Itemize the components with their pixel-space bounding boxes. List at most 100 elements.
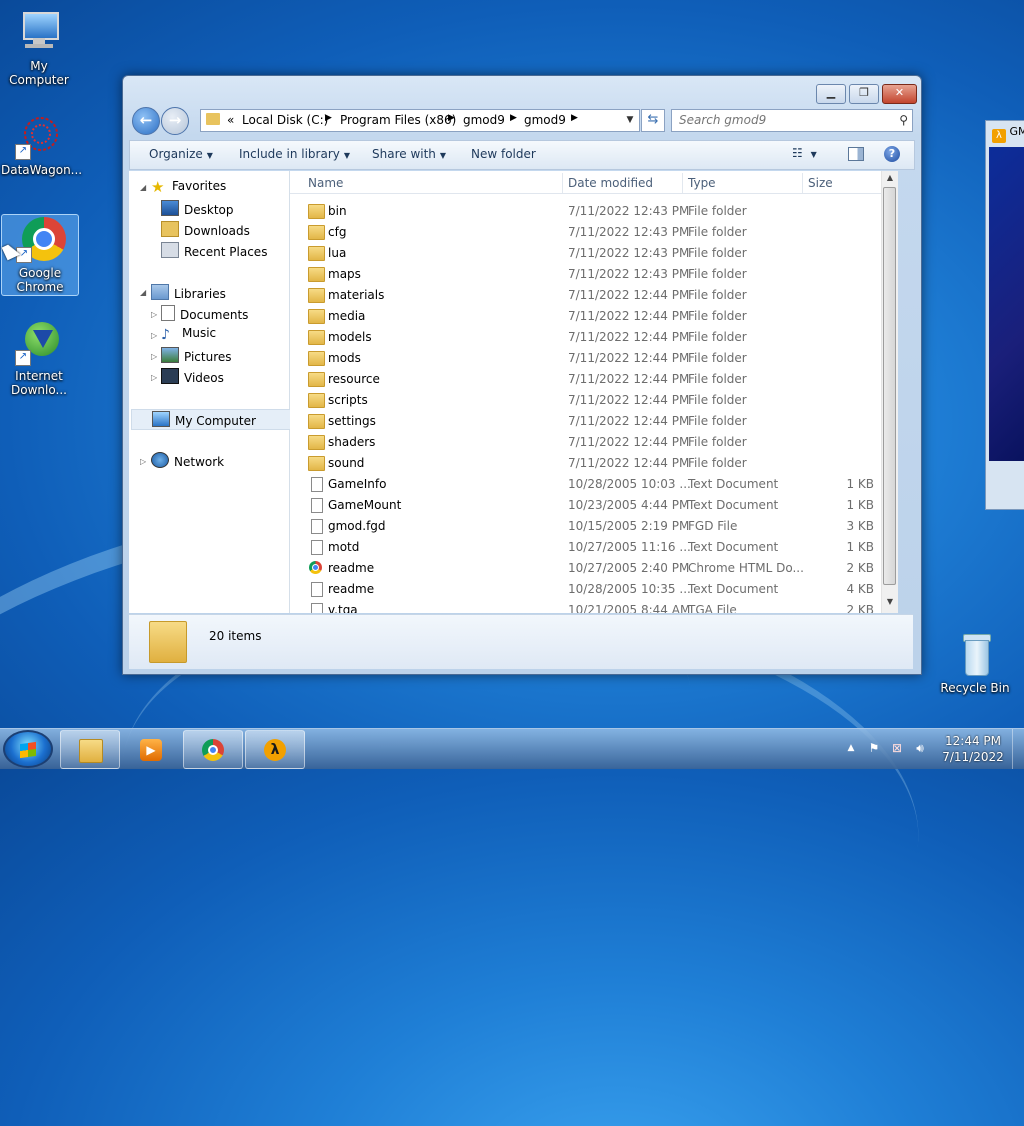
file-row[interactable]: cfg 7/11/2022 12:43 PM File folder bbox=[290, 222, 898, 243]
file-row[interactable]: resource 7/11/2022 12:44 PM File folder bbox=[290, 369, 898, 390]
expand-arrow-icon[interactable]: ▷ bbox=[151, 352, 157, 361]
file-row[interactable]: GameMount 10/23/2005 4:44 PM Text Document… bbox=[290, 495, 898, 516]
nav-libraries[interactable]: Libraries bbox=[151, 284, 226, 301]
volume-icon[interactable]: 🔊︎ bbox=[913, 741, 927, 755]
file-row[interactable]: GameInfo 10/28/2005 10:03 ... Text Documen… bbox=[290, 474, 898, 495]
taskbar-half-life-button[interactable]: λ bbox=[245, 730, 305, 769]
file-row[interactable]: materials 7/11/2022 12:44 PM File folder bbox=[290, 285, 898, 306]
file-row[interactable]: maps 7/11/2022 12:43 PM File folder bbox=[290, 264, 898, 285]
show-hidden-icons-icon[interactable]: ▲ bbox=[844, 741, 858, 755]
command-bar: Organize ▼ Include in library ▼ Share with… bbox=[129, 140, 915, 170]
scroll-up-icon[interactable]: ▲ bbox=[882, 173, 898, 187]
search-box[interactable]: ⚲ bbox=[671, 109, 913, 132]
file-row[interactable]: v.tga 10/21/2005 8:44 AM TGA File 2 KB bbox=[290, 600, 898, 613]
file-row[interactable]: bin 7/11/2022 12:43 PM File folder bbox=[290, 201, 898, 222]
nav-network[interactable]: Network bbox=[151, 452, 224, 469]
desktop-icon-my-computer[interactable]: My Computer bbox=[1, 8, 77, 87]
preview-pane-icon[interactable] bbox=[848, 147, 864, 161]
refresh-button[interactable]: ⇆ bbox=[641, 109, 665, 132]
column-name[interactable]: Name bbox=[308, 176, 343, 190]
file-type: File folder bbox=[688, 309, 747, 323]
action-center-icon[interactable]: ⚑ bbox=[867, 741, 881, 755]
search-icon[interactable]: ⚲ bbox=[899, 113, 908, 127]
breadcrumb-arrow-icon[interactable]: ▶ bbox=[510, 113, 517, 123]
scroll-down-icon[interactable]: ▼ bbox=[882, 597, 898, 611]
share-with-button[interactable]: Share with ▼ bbox=[372, 147, 446, 161]
address-dropdown-icon[interactable]: ▼ bbox=[621, 110, 639, 131]
taskbar-media-player-button[interactable]: ▶ bbox=[121, 730, 181, 769]
file-date-modified: 7/11/2022 12:43 PM bbox=[568, 225, 690, 239]
search-input[interactable] bbox=[677, 112, 881, 128]
file-row[interactable]: motd 10/27/2005 11:16 ... Text Document 1 K… bbox=[290, 537, 898, 558]
nav-favorites[interactable]: ★ Favorites bbox=[151, 179, 226, 195]
nav-pictures[interactable]: Pictures bbox=[161, 347, 232, 364]
breadcrumb-local-disk[interactable]: Local Disk (C:) bbox=[242, 113, 328, 127]
expand-arrow-icon[interactable]: ▷ bbox=[151, 331, 157, 340]
nav-music[interactable]: ♪ Music bbox=[161, 326, 216, 342]
nav-desktop[interactable]: Desktop bbox=[161, 200, 234, 217]
file-row[interactable]: readme 10/28/2005 10:35 ... Text Document 4… bbox=[290, 579, 898, 600]
breadcrumb-arrow-icon[interactable]: ▶ bbox=[448, 113, 455, 123]
file-row[interactable]: gmod.fgd 10/15/2005 2:19 PM FGD File 3 KB bbox=[290, 516, 898, 537]
expand-arrow-icon[interactable]: ▷ bbox=[140, 457, 146, 466]
network-icon bbox=[151, 452, 169, 468]
breadcrumb-gmod9[interactable]: gmod9 bbox=[463, 113, 505, 127]
nav-videos[interactable]: Videos bbox=[161, 368, 224, 385]
file-row[interactable]: shaders 7/11/2022 12:44 PM File folder bbox=[290, 432, 898, 453]
new-folder-button[interactable]: New folder bbox=[471, 147, 536, 161]
expand-arrow-icon[interactable]: ▷ bbox=[151, 373, 157, 382]
include-in-library-button[interactable]: Include in library ▼ bbox=[239, 147, 350, 161]
nav-documents[interactable]: Documents bbox=[161, 305, 248, 322]
column-date-modified[interactable]: Date modified bbox=[568, 176, 653, 190]
column-size[interactable]: Size bbox=[808, 176, 833, 190]
file-row[interactable]: media 7/11/2022 12:44 PM File folder bbox=[290, 306, 898, 327]
expand-arrow-icon[interactable]: ▷ bbox=[151, 310, 157, 319]
nav-my-computer[interactable]: My Computer bbox=[131, 409, 305, 430]
taskbar-explorer-button[interactable] bbox=[60, 730, 120, 769]
organize-button[interactable]: Organize ▼ bbox=[149, 147, 213, 161]
breadcrumb-overflow[interactable]: « bbox=[227, 113, 234, 127]
breadcrumb-program-files[interactable]: Program Files (x86) bbox=[340, 113, 456, 127]
file-row[interactable]: scripts 7/11/2022 12:44 PM File folder bbox=[290, 390, 898, 411]
vertical-scrollbar[interactable]: ▲ ▼ bbox=[881, 171, 898, 613]
desktop-icon-recycle-bin[interactable]: Recycle Bin bbox=[937, 630, 1013, 695]
file-row[interactable]: settings 7/11/2022 12:44 PM File folder bbox=[290, 411, 898, 432]
nav-recent-places[interactable]: Recent Places bbox=[161, 242, 267, 259]
breadcrumb-arrow-icon[interactable]: ▶ bbox=[325, 113, 332, 123]
system-clock[interactable]: 12:44 PM 7/11/2022 bbox=[938, 733, 1008, 765]
taskbar-chrome-button[interactable] bbox=[183, 730, 243, 769]
maximize-button[interactable]: ❐ bbox=[849, 84, 879, 104]
breadcrumb-arrow-icon[interactable]: ▶ bbox=[571, 113, 578, 123]
network-error-icon[interactable]: ⊠ bbox=[890, 741, 904, 755]
column-divider[interactable] bbox=[682, 173, 683, 193]
desktop-icon-internet-download-manager[interactable]: ↗ Internet Downlo... bbox=[1, 318, 77, 397]
breadcrumb-gmod9-current[interactable]: gmod9 bbox=[524, 113, 566, 127]
forward-button[interactable]: → bbox=[161, 107, 189, 135]
scrollbar-thumb[interactable] bbox=[883, 187, 896, 585]
column-divider[interactable] bbox=[802, 173, 803, 193]
column-type[interactable]: Type bbox=[688, 176, 716, 190]
file-row[interactable]: lua 7/11/2022 12:43 PM File folder bbox=[290, 243, 898, 264]
file-explorer-icon bbox=[79, 739, 103, 763]
start-button[interactable] bbox=[3, 730, 53, 768]
minimize-button[interactable]: ▁ bbox=[816, 84, 846, 104]
collapse-arrow-icon[interactable]: ◢ bbox=[140, 183, 146, 192]
collapse-arrow-icon[interactable]: ◢ bbox=[140, 288, 146, 297]
file-row[interactable]: mods 7/11/2022 12:44 PM File folder bbox=[290, 348, 898, 369]
explorer-window[interactable]: ▁ ❐ ✕ ← → « Local Disk (C:) ▶ Program Fi… bbox=[122, 75, 922, 675]
back-button[interactable]: ← bbox=[132, 107, 160, 135]
background-window[interactable]: λ GM bbox=[985, 120, 1024, 510]
file-row[interactable]: sound 7/11/2022 12:44 PM File folder bbox=[290, 453, 898, 474]
help-icon[interactable]: ? bbox=[884, 146, 900, 162]
address-bar[interactable]: « Local Disk (C:) ▶ Program Files (x86) … bbox=[200, 109, 640, 132]
show-desktop-button[interactable] bbox=[1012, 729, 1024, 769]
file-row[interactable]: models 7/11/2022 12:44 PM File folder bbox=[290, 327, 898, 348]
change-view-button[interactable]: ☷ ▼ bbox=[792, 146, 817, 160]
nav-downloads[interactable]: Downloads bbox=[161, 221, 250, 238]
column-divider[interactable] bbox=[562, 173, 563, 193]
file-date-modified: 7/11/2022 12:44 PM bbox=[568, 330, 690, 344]
videos-icon bbox=[161, 368, 179, 384]
close-button[interactable]: ✕ bbox=[882, 84, 917, 104]
desktop-icon-datawagon[interactable]: ↗ DataWagon... bbox=[1, 112, 82, 177]
file-row[interactable]: readme 10/27/2005 2:40 PM Chrome HTML Do..… bbox=[290, 558, 898, 579]
